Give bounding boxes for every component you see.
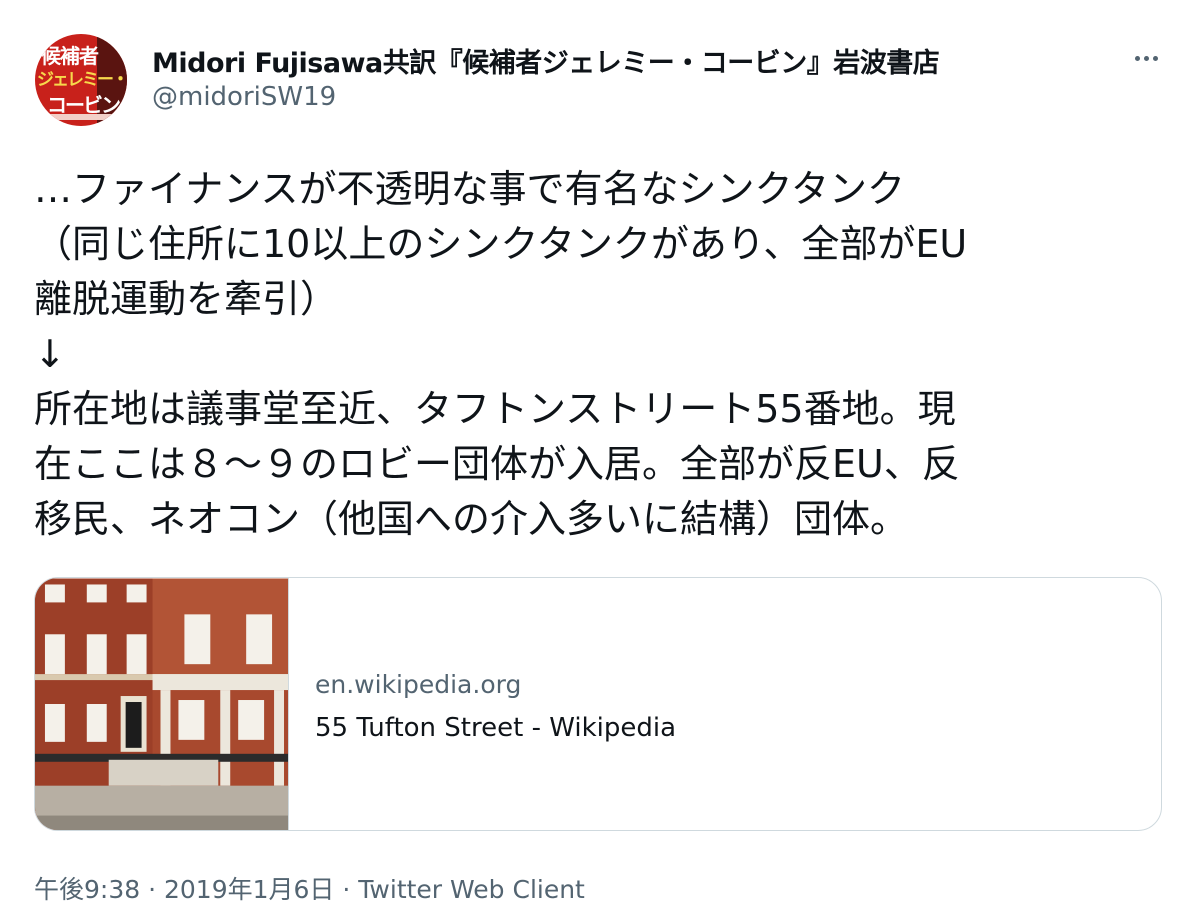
avatar-text-2: ジェレミー・ <box>37 70 127 90</box>
link-card[interactable]: en.wikipedia.org 55 Tufton Street - Wiki… <box>34 577 1162 831</box>
tweet-client[interactable]: Twitter Web Client <box>358 875 585 904</box>
card-title: 55 Tufton Street - Wikipedia <box>315 713 677 743</box>
tweet-meta: 午後9:38 · 2019年1月6日 · Twitter Web Client <box>34 870 585 906</box>
tweet-line: 離脱運動を牽引） <box>34 277 339 321</box>
tweet-date[interactable]: 2019年1月6日 <box>164 875 334 904</box>
tweet-line: 所在地は議事堂至近、タフトンストリート55番地。現 <box>34 387 956 431</box>
dot <box>1152 55 1158 61</box>
tweet-line: ↓ <box>34 332 66 376</box>
separator: · <box>148 875 157 904</box>
user-handle[interactable]: @midoriSW19 <box>152 82 336 112</box>
tweet-text: …ファイナンスが不透明な事で有名なシンクタンク （同じ住所に10以上のシンクタン… <box>34 162 1164 547</box>
tweet-line: …ファイナンスが不透明な事で有名なシンクタンク <box>34 167 905 211</box>
tweet-line: 移民、ネオコン（他国への介入多いに結構）団体。 <box>34 497 909 541</box>
dot <box>1134 55 1140 61</box>
more-dots-icon[interactable] <box>1128 40 1164 76</box>
dot <box>1143 55 1149 61</box>
avatar[interactable]: 候補者 ジェレミー・ コービン <box>35 34 127 126</box>
avatar-strip <box>35 114 127 120</box>
tweet-line: （同じ住所に10以上のシンクタンクがあり、全部がEU <box>34 222 968 266</box>
card-domain: en.wikipedia.org <box>315 670 522 699</box>
tweet-time[interactable]: 午後9:38 <box>34 875 140 904</box>
separator: · <box>342 875 351 904</box>
building-photo <box>35 578 289 830</box>
display-name[interactable]: Midori Fujisawa共訳『候補者ジェレミー・コービン』岩波書店 <box>152 41 940 80</box>
tweet-line: 在ここは８〜９のロビー団体が入居。全部が反EU、反 <box>34 442 960 486</box>
